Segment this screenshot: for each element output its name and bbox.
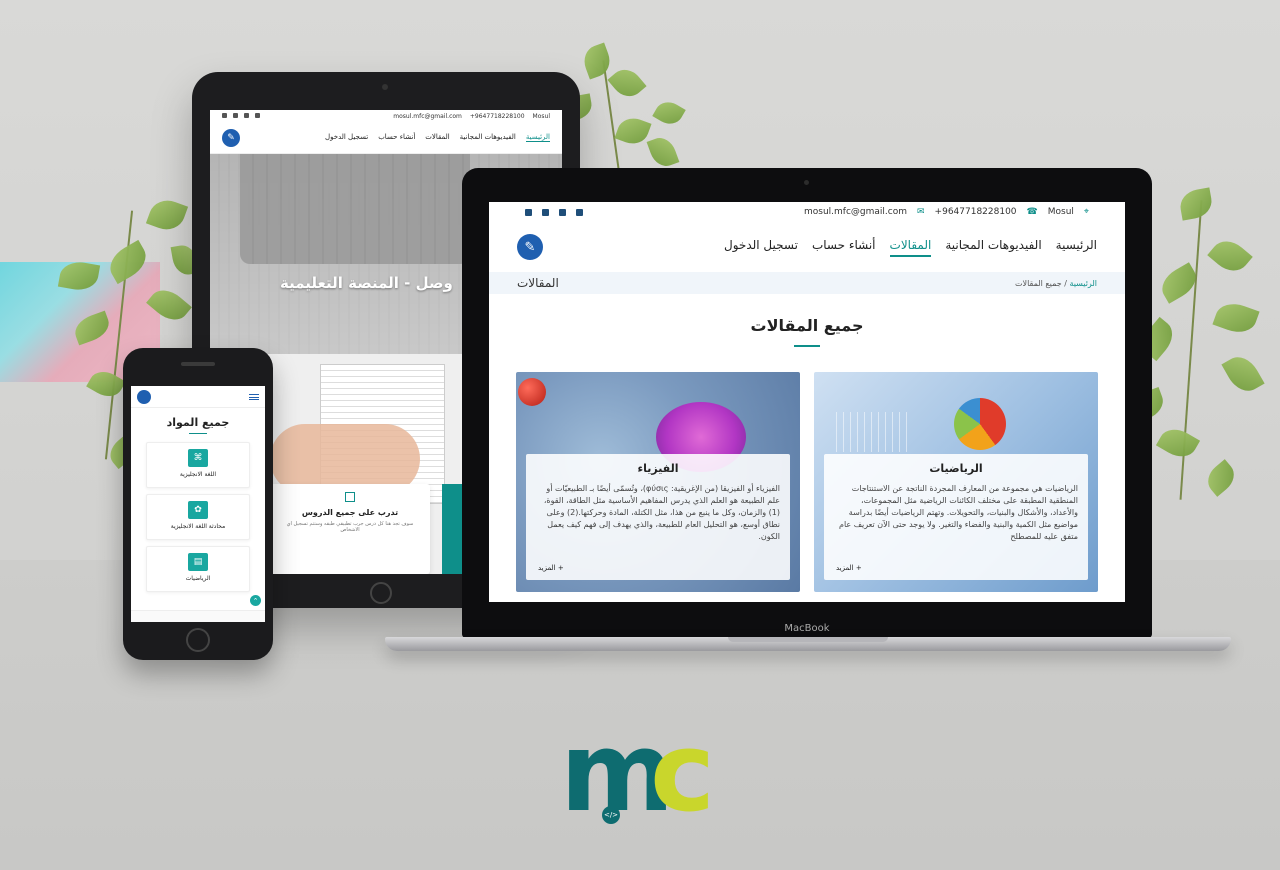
code-icon: </> <box>602 806 620 824</box>
academy-logo-icon[interactable] <box>137 389 151 404</box>
read-more-link[interactable]: + المزيد <box>836 564 862 572</box>
site-navbar: الرئيسية الفيديوهات المجانية المقالات أن… <box>489 222 1125 272</box>
breadcrumb-bar: الرئيسية / جميع المقالات المقالات <box>489 272 1125 294</box>
subject-card[interactable]: ⌘ اللغة الانجليزية <box>146 442 250 488</box>
scroll-top-button[interactable]: ⌃ <box>250 595 261 606</box>
tablet-nav-videos[interactable]: الفيديوهات المجانية <box>460 133 516 142</box>
article-title: الرياضيات <box>929 462 983 475</box>
breadcrumb-separator: / <box>1064 278 1067 288</box>
tablet-phone[interactable]: +9647718228100 <box>470 113 525 120</box>
brand-logo-c: c <box>650 708 716 836</box>
nav-login[interactable]: تسجيل الدخول <box>724 238 798 257</box>
location-pin-icon: ⌖ <box>1083 207 1089 217</box>
nav-links: الرئيسية الفيديوهات المجانية المقالات أن… <box>724 238 1097 257</box>
brand-logo: m c </> <box>560 708 732 836</box>
atom-ball-image <box>518 378 546 406</box>
article-title: الفيزياء <box>637 462 679 475</box>
subject-label: الرياضيات <box>185 575 211 582</box>
tablet-home-button[interactable] <box>370 582 392 604</box>
tablet-hero-title: وصل - المنصة التعليمية <box>280 274 453 292</box>
tablet-email[interactable]: mosul.mfc@gmail.com <box>393 113 462 120</box>
tablet-nav-links: الرئيسية الفيديوهات المجانية المقالات أن… <box>325 133 550 142</box>
linkedin-icon[interactable] <box>222 112 227 118</box>
phone-screen: جميع المواد ⌘ اللغة الانجليزية ✿ محادثة … <box>131 386 265 622</box>
phone-speaker <box>181 362 215 366</box>
tablet-teal-panel <box>442 484 462 574</box>
email-icon: ✉ <box>917 207 925 217</box>
email-icon[interactable] <box>542 208 549 216</box>
telegram-icon[interactable] <box>559 208 566 216</box>
tablet-nav-home[interactable]: الرئيسية <box>525 133 550 142</box>
tablet-nav-login[interactable]: تسجيل الدخول <box>325 133 368 142</box>
laptop-device: mosul.mfc@gmail.com ✉ +9647718228100 ☎ M… <box>462 168 1152 638</box>
graph-image <box>830 412 910 452</box>
facebook-icon[interactable] <box>576 208 583 216</box>
tablet-card-title: تدرب على جميع الدروس <box>301 508 399 517</box>
tablet-nav-register[interactable]: أنشاء حساب <box>378 133 415 142</box>
linkedin-icon[interactable] <box>525 208 532 216</box>
breadcrumb-home[interactable]: الرئيسية <box>1069 279 1097 288</box>
heading-underline <box>189 433 207 434</box>
subject-label: محادثة اللغة الانجليزية <box>170 523 226 530</box>
social-icons <box>525 208 583 216</box>
tablet-camera <box>382 84 388 90</box>
breadcrumb-current: جميع المقالات <box>1014 278 1062 288</box>
facebook-icon[interactable] <box>254 112 260 118</box>
phone-header <box>131 386 265 408</box>
tablet-topbar: mosul.mfc@gmail.com +9647718228100 Mosul <box>210 110 562 122</box>
nav-home[interactable]: الرئيسية <box>1056 238 1097 257</box>
mockup-scene: mosul.mfc@gmail.com +9647718228100 Mosul… <box>0 0 1280 870</box>
math-icon: ▤ <box>188 553 208 571</box>
subject-label: اللغة الانجليزية <box>179 471 217 478</box>
read-more-link[interactable]: + المزيد <box>538 564 564 572</box>
academy-logo-icon[interactable]: ✎ <box>222 128 240 147</box>
tablet-feature-card[interactable]: تدرب على جميع الدروس سوف تجد هنا كل درس … <box>270 484 430 574</box>
hamburger-menu-icon[interactable] <box>249 393 259 400</box>
subject-card[interactable]: ▤ الرياضيات <box>146 546 250 592</box>
nav-free-videos[interactable]: الفيديوهات المجانية <box>945 238 1041 257</box>
contact-location: Mosul <box>1047 207 1074 217</box>
phone-page-title: جميع المواد <box>166 416 230 429</box>
laptop-base <box>385 637 1231 651</box>
tablet-card-subtitle: سوف تجد هنا كل درس جرب تطبيقي طبقه وستتم… <box>286 521 414 533</box>
site-topbar: mosul.mfc@gmail.com ✉ +9647718228100 ☎ M… <box>489 202 1125 222</box>
telegram-icon[interactable] <box>243 112 249 118</box>
laptop-notch <box>728 637 888 642</box>
contact-info: mosul.mfc@gmail.com ✉ +9647718228100 ☎ M… <box>804 207 1089 217</box>
academy-logo-icon[interactable]: ✎ <box>517 234 543 260</box>
article-card-physics[interactable]: الفيزياء الفيزياء أو الفيزيقا (من الإغري… <box>516 372 800 592</box>
lesson-icon <box>345 492 355 502</box>
email-icon[interactable] <box>232 112 238 118</box>
contact-email[interactable]: mosul.mfc@gmail.com <box>804 207 907 217</box>
phone-browser-bar <box>131 610 265 622</box>
pie-chart-image <box>954 398 1006 450</box>
breadcrumb: الرئيسية / جميع المقالات <box>1015 279 1097 288</box>
phone-icon: ☎ <box>1026 207 1038 217</box>
article-excerpt: الفيزياء أو الفيزيقا (من الإغريقية: φύσι… <box>543 484 780 541</box>
laptop-screen: mosul.mfc@gmail.com ✉ +9647718228100 ☎ M… <box>489 202 1125 602</box>
tablet-nav-articles[interactable]: المقالات <box>425 133 449 142</box>
laptop-brand-label: MacBook <box>784 623 830 634</box>
nav-create-account[interactable]: أنشاء حساب <box>812 238 876 257</box>
subject-card[interactable]: ✿ محادثة اللغة الانجليزية <box>146 494 250 540</box>
laptop-camera <box>804 180 809 185</box>
tablet-navbar: الرئيسية الفيديوهات المجانية المقالات أن… <box>210 122 562 154</box>
heading-underline <box>794 345 820 347</box>
page-title: المقالات <box>517 276 559 290</box>
phone-device: جميع المواد ⌘ اللغة الانجليزية ✿ محادثة … <box>123 348 273 660</box>
contact-phone[interactable]: +9647718228100 <box>935 207 1017 217</box>
phone-home-button[interactable] <box>186 628 210 652</box>
article-cards: الفيزياء الفيزياء أو الفيزيقا (من الإغري… <box>516 372 1098 592</box>
article-card-math[interactable]: الرياضيات الرياضيات هي مجموعة من المعارف… <box>814 372 1098 592</box>
nav-articles[interactable]: المقالات <box>889 238 932 257</box>
chat-icon: ✿ <box>188 501 208 519</box>
language-icon: ⌘ <box>188 449 208 467</box>
article-excerpt: الرياضيات هي مجموعة من المعارف المجردة ا… <box>839 484 1078 541</box>
tablet-location: Mosul <box>532 112 550 120</box>
section-heading: جميع المقالات <box>750 316 864 335</box>
